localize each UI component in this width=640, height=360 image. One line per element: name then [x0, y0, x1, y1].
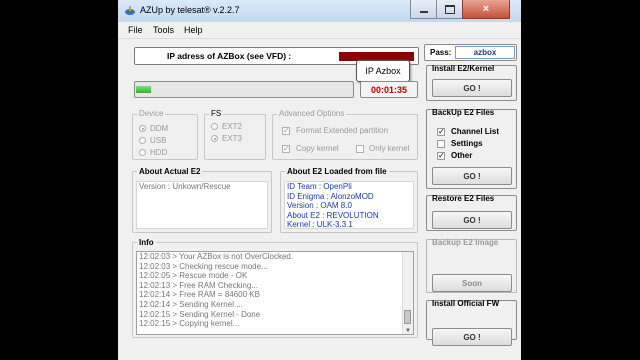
info-log-line: 12:02:03 > Checking rescue mode... — [139, 261, 268, 271]
fs-option-ext2: EXT2 — [222, 122, 243, 131]
install-e2-title: Install E2/Kernel — [432, 64, 495, 73]
info-log-line: 12:02:13 > Free RAM Checking... — [139, 280, 258, 290]
actual-e2-group: About Actual E2 Version : Unkown/Rescue — [132, 167, 272, 233]
loaded-e2-title: About E2 Loaded from file — [285, 167, 389, 176]
loaded-e2-group: About E2 Loaded from file ID Team : Open… — [280, 167, 418, 233]
menu-bar: File Tools Help — [118, 22, 521, 39]
install-fw-go-button[interactable]: GO ! — [432, 328, 512, 346]
pass-input[interactable]: azbox — [455, 46, 515, 59]
actual-e2-title: About Actual E2 — [137, 167, 203, 176]
window-title: AZUp by telesat® v.2.2.7 — [140, 5, 240, 15]
maximize-icon — [444, 4, 455, 14]
info-group: Info 12:02:03 > Your AZBox is not OverCl… — [132, 238, 418, 338]
install-e2-go-button[interactable]: GO ! — [432, 79, 512, 97]
format-extended-label: Format Extended partition — [296, 126, 389, 135]
info-scrollbar[interactable]: ▼ — [402, 252, 413, 334]
advanced-options-title: Advanced Options — [277, 109, 347, 118]
device-option-usb: USB — [150, 136, 167, 145]
advanced-options-group: Advanced Options ✓ Format Extended parti… — [272, 109, 418, 160]
device-radio-usb[interactable] — [139, 137, 146, 144]
progress-bar — [134, 81, 354, 98]
actual-e2-box: Version : Unkown/Rescue — [136, 181, 268, 229]
channel-list-checkbox[interactable]: ✓ — [437, 128, 445, 136]
ip-tooltip: IP Azbox — [356, 60, 410, 82]
scroll-down-icon[interactable]: ▼ — [405, 328, 411, 334]
pass-label: Pass: — [430, 48, 452, 57]
device-option-ddm: DDM — [150, 124, 169, 133]
fs-radio-ext2[interactable] — [211, 123, 218, 130]
info-title: Info — [137, 238, 156, 247]
fs-group: FS EXT2 EXT3 — [204, 109, 266, 160]
info-log-line: 12:02:05 > Rescue mode - OK — [139, 271, 248, 281]
loaded-e2-box: ID Team : OpenPli ID Enigma : AlonzoMOD … — [284, 181, 414, 229]
menu-help[interactable]: Help — [184, 25, 203, 35]
device-title: Device — [137, 109, 166, 118]
settings-checkbox[interactable] — [437, 140, 445, 148]
pass-box: Pass: azbox — [424, 44, 517, 61]
info-log-line: 12:02:03 > Your AZBox is not OverClocked… — [139, 252, 294, 261]
backup-image-soon-button[interactable]: Soon — [432, 274, 512, 292]
fs-radio-ext3[interactable] — [211, 135, 218, 142]
fs-title: FS — [209, 109, 224, 118]
device-group: Device DDM USB HDD — [132, 109, 198, 160]
backup-e2-title: BackUp E2 Files — [432, 108, 495, 117]
backup-e2-group: BackUp E2 Files ✓ Channel List Settings … — [426, 108, 517, 189]
info-log-line: 12:02:14 > Sending Kernel ... — [139, 299, 243, 309]
close-icon: × — [482, 3, 490, 15]
channel-list-label: Channel List — [451, 127, 500, 136]
restore-e2-group: Restore E2 Files GO ! — [426, 194, 517, 231]
settings-label: Settings — [451, 139, 483, 148]
install-fw-title: Install Official FW — [432, 299, 500, 308]
backup-image-title: Backup E2 Image — [432, 238, 499, 247]
title-bar[interactable]: AZUp by telesat® v.2.2.7 × — [118, 0, 521, 22]
info-log[interactable]: 12:02:03 > Your AZBox is not OverClocked… — [136, 251, 414, 335]
maximize-button[interactable] — [436, 0, 463, 19]
actual-e2-version: Version : Unkown/Rescue — [139, 182, 231, 191]
info-scrollbar-thumb[interactable] — [404, 310, 411, 324]
restore-e2-title: Restore E2 Files — [432, 194, 495, 203]
backup-image-group: Backup E2 Image Soon — [426, 238, 517, 293]
progress-fill — [136, 86, 151, 93]
restore-e2-go-button[interactable]: GO ! — [432, 211, 512, 229]
close-button[interactable]: × — [462, 0, 510, 19]
other-label: Other — [451, 151, 473, 160]
loaded-e2-line: ID Enigma : AlonzoMOD — [287, 191, 374, 201]
minimize-icon — [419, 11, 428, 13]
minimize-button[interactable] — [410, 0, 437, 19]
loaded-e2-line: Version : OAM 8.0 — [287, 201, 352, 211]
install-fw-group: Install Official FW GO ! — [426, 299, 517, 346]
install-e2-group: Install E2/Kernel GO ! — [426, 64, 517, 101]
device-radio-ddm[interactable] — [139, 125, 146, 132]
only-kernel-label: Only kernel — [369, 144, 410, 153]
other-checkbox[interactable]: ✓ — [437, 152, 445, 160]
device-radio-hdd[interactable] — [139, 149, 146, 156]
loaded-e2-line: Kernel : ULK-3.3.1 — [287, 220, 353, 229]
copy-kernel-checkbox[interactable]: ✓ — [282, 145, 290, 153]
menu-tools[interactable]: Tools — [153, 25, 174, 35]
info-log-line: 12:02:14 > Free RAM = 84600 KB — [139, 290, 260, 300]
fs-option-ext3: EXT3 — [222, 134, 243, 143]
timer-text: 00:01:35 — [370, 84, 408, 95]
info-log-line: 12:02:15 > Copying kernel... — [139, 319, 240, 329]
satellite-icon — [125, 6, 135, 15]
format-extended-checkbox[interactable]: ✓ — [282, 127, 290, 135]
ip-label: IP adress of AZBox (see VFD) : — [167, 51, 292, 61]
info-log-line: 12:02:15 > Sending Kernel - Done — [139, 309, 261, 319]
copy-kernel-label: Copy kernel — [296, 144, 339, 153]
azup-window: AZUp by telesat® v.2.2.7 × File Tools He… — [118, 0, 521, 360]
loaded-e2-line: About E2 : REVOLUTION — [287, 210, 379, 220]
timer: 00:01:35 — [360, 81, 418, 98]
menu-file[interactable]: File — [128, 25, 143, 35]
loaded-e2-line: ID Team : OpenPli — [287, 182, 352, 191]
device-option-hdd: HDD — [150, 148, 168, 157]
only-kernel-checkbox[interactable] — [356, 145, 364, 153]
backup-e2-go-button[interactable]: GO ! — [432, 167, 512, 185]
